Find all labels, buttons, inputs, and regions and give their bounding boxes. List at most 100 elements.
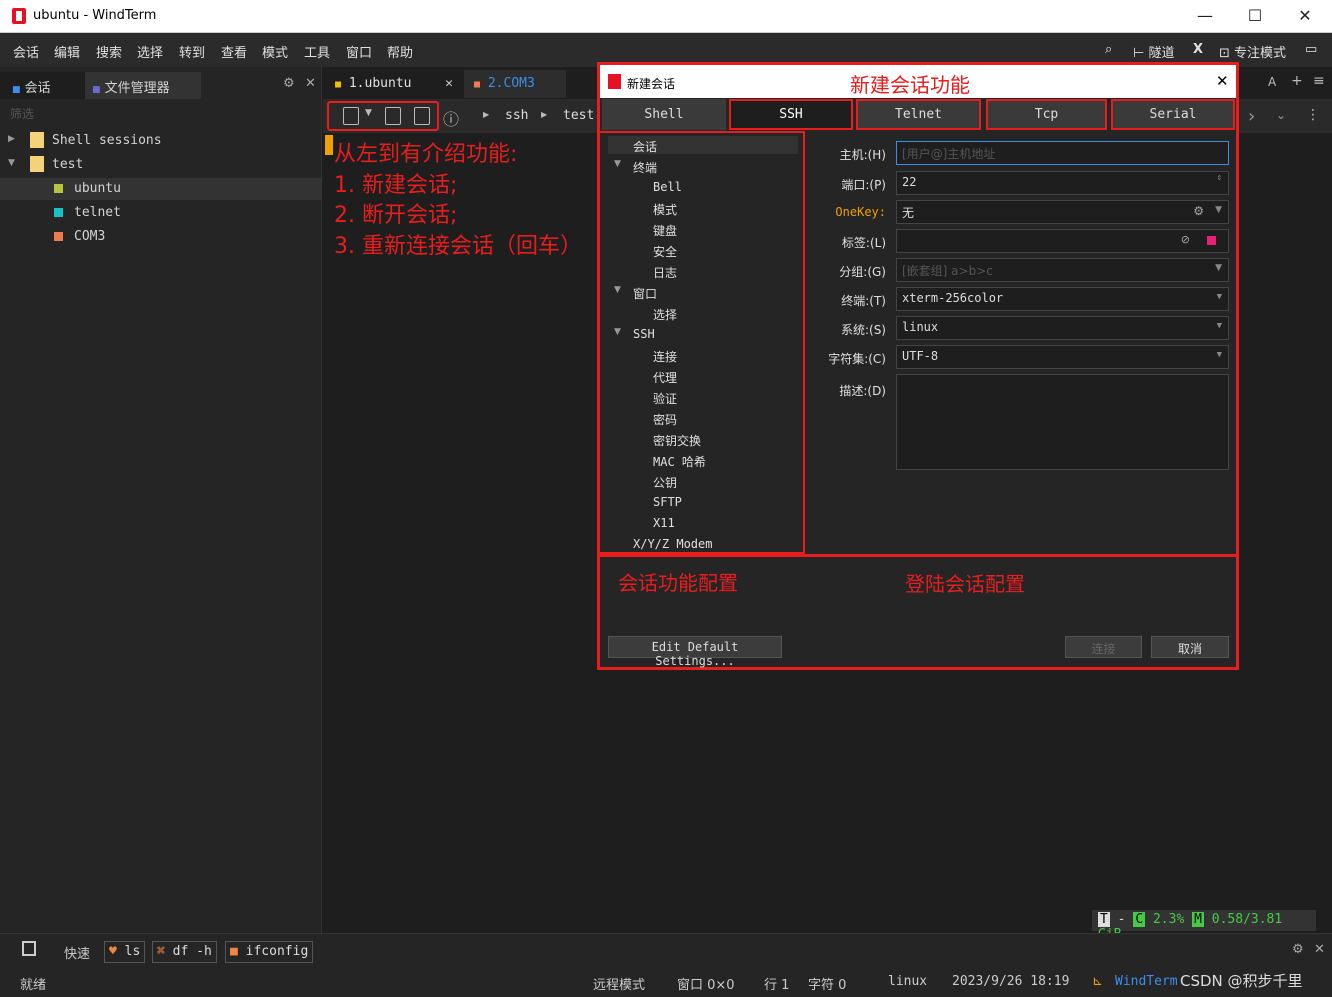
nav-connection[interactable]: 连接: [653, 348, 677, 365]
add-tab-icon[interactable]: +: [1291, 73, 1303, 89]
dialog-close-icon[interactable]: ✕: [1216, 72, 1229, 90]
color-swatch-icon[interactable]: [1207, 236, 1216, 245]
terminal-select[interactable]: xterm-256color ▼: [896, 287, 1229, 311]
menu-help[interactable]: 帮助: [387, 42, 413, 61]
search-icon[interactable]: ⌕: [1105, 42, 1112, 57]
gear-icon[interactable]: ⚙: [1292, 942, 1304, 957]
quick-df-button[interactable]: ⌘ df -h: [152, 941, 217, 963]
nav-security[interactable]: 安全: [653, 243, 677, 260]
tab-sessions[interactable]: ■ 会话: [0, 72, 85, 99]
quick-panel-icon[interactable]: [22, 941, 36, 956]
collapse-arrow-icon[interactable]: ▼: [614, 159, 621, 169]
tab-menu-icon[interactable]: ≡: [1313, 73, 1325, 89]
font-icon[interactable]: A: [1268, 75, 1276, 89]
menu-goto[interactable]: 转到: [179, 42, 205, 61]
nav-sftp[interactable]: SFTP: [653, 495, 682, 509]
tag-input[interactable]: ⊘: [896, 229, 1229, 253]
new-session-icon[interactable]: [343, 107, 359, 125]
nav-window[interactable]: 窗口: [633, 285, 657, 302]
connect-button[interactable]: 连接: [1065, 636, 1142, 658]
nav-keyboard[interactable]: 键盘: [653, 222, 677, 239]
onekey-select[interactable]: 无 ⚙ ▼: [896, 200, 1229, 224]
tab-ssh[interactable]: SSH: [729, 99, 853, 130]
edit-icon[interactable]: ⊘: [1181, 233, 1190, 246]
menu-mode[interactable]: 模式: [262, 42, 288, 61]
collapse-arrow-icon[interactable]: ▼: [614, 327, 621, 337]
maximize-button[interactable]: ☐: [1240, 4, 1270, 28]
menu-search[interactable]: 搜索: [96, 42, 122, 61]
close-pane-icon[interactable]: ✕: [305, 76, 316, 91]
nav-pubkey[interactable]: 公钥: [653, 474, 677, 491]
quick-ls-button[interactable]: ♥ ls: [104, 941, 146, 963]
nav-log[interactable]: 日志: [653, 264, 677, 281]
chevron-down-icon[interactable]: ▼: [1217, 321, 1222, 331]
menu-edit[interactable]: 编辑: [54, 42, 80, 61]
tab-ubuntu[interactable]: ■ 1.ubuntu ✕: [325, 70, 463, 98]
nav-xyz-modem[interactable]: X/Y/Z Modem: [633, 537, 712, 551]
menu-view[interactable]: 查看: [221, 42, 247, 61]
cancel-button[interactable]: 取消: [1151, 636, 1229, 658]
layout-icon[interactable]: ▭: [1305, 42, 1317, 57]
menu-session[interactable]: 会话: [13, 42, 39, 61]
collapse-arrow-icon[interactable]: ▼: [8, 158, 15, 168]
breadcrumb-test[interactable]: test: [563, 108, 594, 123]
tab-file-manager[interactable]: ■ 文件管理器: [85, 72, 201, 99]
tab-tcp[interactable]: Tcp: [986, 99, 1107, 130]
filter-input[interactable]: 筛选: [10, 105, 34, 122]
disconnect-icon[interactable]: [385, 107, 401, 125]
nav-proxy[interactable]: 代理: [653, 369, 677, 386]
tunnel-button[interactable]: ⊢ 隧道: [1133, 42, 1174, 61]
more-options-icon[interactable]: ⋮: [1306, 107, 1320, 123]
quick-ifconfig-button[interactable]: ■ ifconfig: [225, 941, 314, 963]
x-button[interactable]: X: [1193, 42, 1203, 57]
tree-row-com3[interactable]: COM3: [0, 226, 322, 248]
tree-row-telnet[interactable]: telnet: [0, 202, 322, 224]
expand-arrow-icon[interactable]: ▶: [8, 134, 15, 144]
group-select[interactable]: [嵌套组] a>b>c ▼: [896, 258, 1229, 282]
status-remote-mode[interactable]: 远程模式: [593, 974, 645, 993]
nav-selection[interactable]: 选择: [653, 306, 677, 323]
settings-icon[interactable]: ⚙: [283, 76, 295, 91]
collapse-arrow-icon[interactable]: ▼: [614, 285, 621, 295]
status-brand[interactable]: WindTerm: [1115, 974, 1178, 989]
chevron-down-icon[interactable]: ▼: [1217, 292, 1222, 302]
tab-telnet[interactable]: Telnet: [856, 99, 981, 130]
charset-select[interactable]: UTF-8 ▼: [896, 345, 1229, 369]
close-tab-icon[interactable]: ✕: [445, 76, 453, 91]
chevron-down-icon[interactable]: ▼: [1215, 205, 1222, 215]
menu-select[interactable]: 选择: [137, 42, 163, 61]
close-button[interactable]: ✕: [1290, 4, 1320, 28]
nav-terminal[interactable]: 终端: [633, 159, 657, 176]
host-input[interactable]: [用户@]主机地址: [896, 141, 1229, 165]
description-textarea[interactable]: [896, 374, 1229, 470]
menu-window[interactable]: 窗口: [346, 42, 372, 61]
minimize-button[interactable]: —: [1190, 4, 1220, 28]
info-icon[interactable]: ⓘ: [443, 106, 459, 130]
nav-x11[interactable]: X11: [653, 516, 675, 530]
nav-bell[interactable]: Bell: [653, 180, 682, 194]
tab-serial[interactable]: Serial: [1111, 99, 1235, 130]
reconnect-icon[interactable]: [414, 107, 430, 125]
nav-session[interactable]: 会话: [633, 138, 657, 155]
port-input[interactable]: 22 ⇕: [896, 171, 1229, 195]
menu-tools[interactable]: 工具: [304, 42, 330, 61]
nav-auth[interactable]: 验证: [653, 390, 677, 407]
spinner-icon[interactable]: ⇕: [1217, 173, 1222, 183]
tree-row-test[interactable]: ▼ test: [0, 154, 322, 176]
chevron-right-icon[interactable]: ›: [1248, 106, 1255, 127]
chevron-down-icon[interactable]: ▼: [1215, 263, 1222, 273]
close-icon[interactable]: ✕: [1314, 942, 1325, 957]
chevron-down-icon[interactable]: ⌄: [1276, 108, 1286, 122]
nav-cipher[interactable]: 密码: [653, 411, 677, 428]
edit-default-settings-button[interactable]: Edit Default Settings...: [608, 636, 782, 668]
dropdown-icon[interactable]: ▼: [365, 108, 372, 118]
tree-row-shell-sessions[interactable]: ▶ Shell sessions: [0, 130, 322, 152]
breadcrumb-ssh[interactable]: ssh: [505, 108, 528, 123]
tab-com3[interactable]: ■ 2.COM3: [464, 70, 566, 98]
chevron-down-icon[interactable]: ▼: [1217, 350, 1222, 360]
nav-mac[interactable]: MAC 哈希: [653, 453, 706, 470]
tree-row-ubuntu[interactable]: ubuntu: [0, 178, 322, 200]
focus-mode-button[interactable]: ⊡ 专注模式: [1219, 42, 1286, 61]
tab-shell[interactable]: Shell: [602, 99, 726, 130]
nav-mode[interactable]: 模式: [653, 201, 677, 218]
